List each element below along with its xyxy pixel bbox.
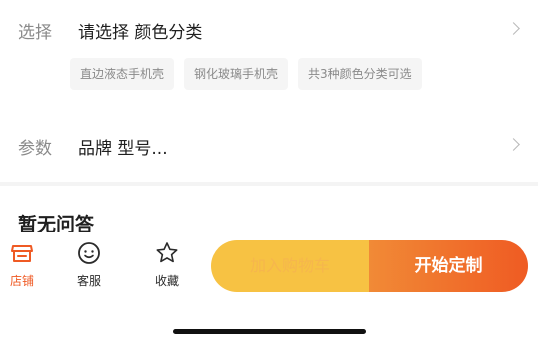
star-icon [156,242,178,263]
chevron-right-icon[interactable] [507,138,520,151]
select-label: 选择 [18,23,52,43]
customer-service-icon [78,242,100,264]
home-indicator[interactable] [173,329,366,334]
params-label: 参数 [18,139,52,159]
option-chip[interactable]: 钢化玻璃手机壳 [184,58,289,90]
select-option-row[interactable]: 选择 请选择 颜色分类 直边液态手机壳 钢化玻璃手机壳 共3种颜色分类可选 [0,0,538,110]
option-chip-list: 直边液态手机壳 钢化玻璃手机壳 共3种颜色分类可选 [70,58,422,90]
params-value[interactable]: 品牌 型号... [78,134,168,159]
select-value[interactable]: 请选择 颜色分类 [78,18,202,43]
section-divider [0,182,538,186]
store-button[interactable]: 店铺 [0,240,44,292]
add-to-cart-button[interactable]: 加入购物车 [211,240,369,292]
purchase-button-group: 加入购物车 开始定制 [211,240,528,292]
store-icon [11,245,33,262]
customer-service-label: 客服 [76,274,101,288]
customer-service-button[interactable]: 客服 [67,240,111,292]
favorite-label: 收藏 [154,274,179,288]
start-customize-button[interactable]: 开始定制 [369,240,528,292]
option-chip[interactable]: 直边液态手机壳 [70,58,175,90]
option-count-chip[interactable]: 共3种颜色分类可选 [298,58,422,90]
chevron-right-icon[interactable] [507,22,520,35]
store-label: 店铺 [9,274,34,288]
parameters-row[interactable]: 参数 品牌 型号... [0,110,538,182]
favorite-button[interactable]: 收藏 [145,240,189,292]
